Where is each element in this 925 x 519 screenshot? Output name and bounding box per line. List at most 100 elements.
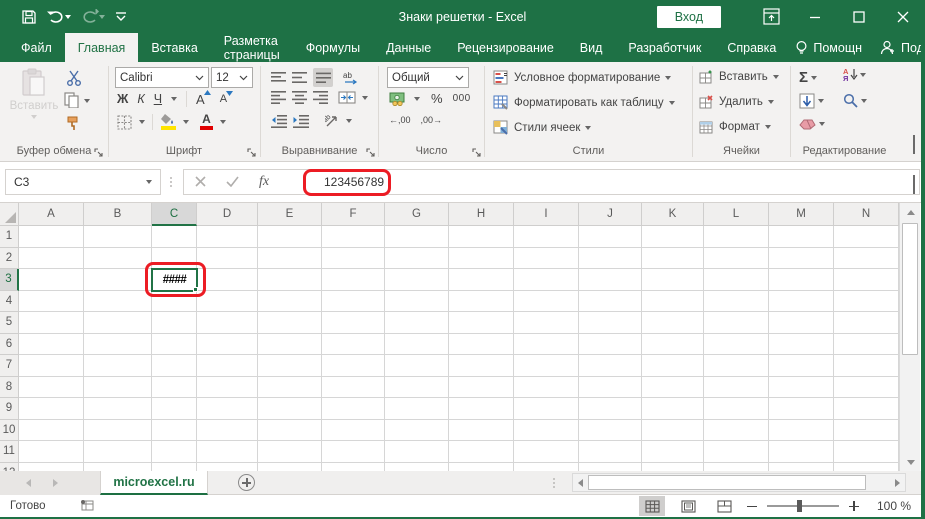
name-box[interactable]: C3 — [5, 169, 161, 195]
column-header-L[interactable]: L — [704, 203, 769, 226]
copy-button[interactable] — [64, 92, 80, 108]
font-color-button[interactable]: А — [200, 114, 213, 130]
scroll-down-button[interactable] — [900, 453, 921, 471]
column-header-H[interactable]: H — [449, 203, 514, 226]
format-as-table-button[interactable]: Форматировать как таблицу — [493, 95, 675, 110]
autosum-button[interactable]: Σ — [799, 69, 808, 86]
close-button[interactable] — [881, 0, 925, 33]
next-sheet-button[interactable] — [53, 479, 58, 487]
row-header-11[interactable]: 11 — [0, 441, 19, 463]
italic-button[interactable]: К — [137, 92, 144, 106]
vertical-scrollbar[interactable] — [899, 203, 920, 471]
tab-data[interactable]: Данные — [373, 33, 444, 62]
macro-record-button[interactable] — [80, 499, 94, 514]
clear-button[interactable] — [799, 118, 825, 130]
copy-dropdown[interactable] — [84, 99, 90, 103]
row-header-4[interactable]: 4 — [0, 291, 19, 313]
tab-split-grip[interactable] — [553, 476, 555, 490]
borders-button[interactable] — [117, 115, 132, 130]
merge-center-button[interactable] — [338, 91, 356, 104]
minimize-button[interactable] — [793, 0, 837, 33]
horizontal-scroll-thumb[interactable] — [588, 475, 866, 490]
column-header-D[interactable]: D — [197, 203, 258, 226]
collapse-ribbon-button[interactable] — [913, 135, 915, 153]
row-header-1[interactable]: 1 — [0, 226, 19, 248]
sheet-tab-active[interactable]: microexcel.ru — [100, 471, 208, 495]
fill-color-dropdown[interactable] — [183, 120, 189, 124]
row-header-8[interactable]: 8 — [0, 377, 19, 399]
scroll-left-button[interactable] — [573, 474, 588, 491]
tab-file[interactable]: Файл — [8, 33, 65, 62]
scroll-right-button[interactable] — [890, 474, 905, 491]
selected-cell-C3[interactable]: #### — [151, 268, 198, 292]
accounting-dropdown[interactable] — [414, 97, 420, 101]
fill-button[interactable] — [799, 93, 824, 109]
worksheet-grid[interactable]: ABCDEFGHIJKLMN 123456789101112 #### — [0, 203, 925, 471]
accounting-format-button[interactable] — [389, 92, 408, 106]
column-header-J[interactable]: J — [579, 203, 642, 226]
format-cells-button[interactable]: Формат — [699, 120, 771, 134]
orientation-button[interactable]: ab — [325, 114, 340, 128]
font-color-dropdown[interactable] — [220, 120, 226, 124]
sign-in-button[interactable]: Вход — [657, 6, 721, 28]
align-left-button[interactable] — [271, 91, 286, 104]
row-header-9[interactable]: 9 — [0, 398, 19, 420]
orientation-dropdown[interactable] — [346, 119, 352, 123]
view-page-break-button[interactable] — [711, 496, 737, 516]
number-dialog-launcher[interactable] — [472, 145, 484, 157]
column-header-N[interactable]: N — [834, 203, 899, 226]
row-header-2[interactable]: 2 — [0, 248, 19, 270]
zoom-in-button[interactable] — [849, 501, 859, 511]
tab-developer[interactable]: Разработчик — [615, 33, 714, 62]
save-button[interactable] — [18, 7, 40, 27]
customize-qat-button[interactable] — [112, 10, 130, 24]
font-size-select[interactable]: 12 — [211, 67, 253, 88]
increase-decimal-button[interactable]: ←,00 — [389, 115, 411, 125]
column-header-A[interactable]: A — [19, 203, 84, 226]
zoom-slider-thumb[interactable] — [797, 500, 802, 512]
share-button[interactable]: Поделиться — [874, 40, 925, 55]
sort-filter-button[interactable]: АЯ — [843, 68, 866, 82]
percent-style-button[interactable]: % — [431, 91, 443, 106]
column-header-F[interactable]: F — [322, 203, 385, 226]
shrink-font-button[interactable]: A — [220, 93, 227, 105]
fill-color-button[interactable] — [160, 114, 176, 130]
underline-dropdown[interactable] — [171, 97, 177, 101]
insert-function-button[interactable]: fx — [248, 174, 280, 190]
conditional-formatting-button[interactable]: Условное форматирование — [493, 70, 671, 85]
formula-bar-grip[interactable] — [170, 175, 173, 189]
merge-dropdown[interactable] — [362, 96, 368, 100]
bold-button[interactable]: Ж — [117, 92, 128, 106]
row-header-3[interactable]: 3 — [0, 269, 19, 291]
new-sheet-button[interactable] — [238, 474, 255, 491]
number-format-select[interactable]: Общий — [387, 67, 469, 88]
view-page-layout-button[interactable] — [675, 496, 701, 516]
zoom-level[interactable]: 100 % — [869, 499, 911, 513]
cell-styles-button[interactable]: Стили ячеек — [493, 120, 591, 135]
wrap-text-button[interactable]: ab — [343, 71, 359, 85]
column-header-I[interactable]: I — [514, 203, 579, 226]
vertical-scroll-thumb[interactable] — [902, 223, 918, 355]
decrease-decimal-button[interactable]: ,00→ — [421, 115, 443, 125]
tab-home[interactable]: Главная — [65, 33, 139, 62]
select-all-button[interactable] — [0, 203, 19, 226]
ribbon-display-options-button[interactable] — [749, 0, 793, 33]
column-header-B[interactable]: B — [84, 203, 152, 226]
decrease-indent-button[interactable] — [271, 115, 287, 128]
align-middle-button[interactable] — [292, 71, 307, 84]
name-box-dropdown[interactable] — [146, 180, 152, 184]
align-center-button[interactable] — [292, 91, 307, 104]
fill-handle[interactable] — [193, 287, 198, 292]
column-header-K[interactable]: K — [642, 203, 704, 226]
column-header-E[interactable]: E — [258, 203, 322, 226]
align-right-button[interactable] — [313, 91, 328, 104]
assistant-button[interactable]: Помощн — [789, 40, 868, 56]
comma-style-button[interactable]: 000 — [453, 93, 471, 104]
grow-font-button[interactable]: A — [196, 92, 205, 107]
borders-dropdown[interactable] — [139, 120, 145, 124]
format-painter-button[interactable] — [65, 115, 81, 132]
align-bottom-button[interactable] — [313, 68, 333, 87]
find-select-button[interactable] — [843, 93, 867, 108]
autosum-dropdown[interactable] — [811, 76, 817, 80]
tab-view[interactable]: Вид — [567, 33, 616, 62]
